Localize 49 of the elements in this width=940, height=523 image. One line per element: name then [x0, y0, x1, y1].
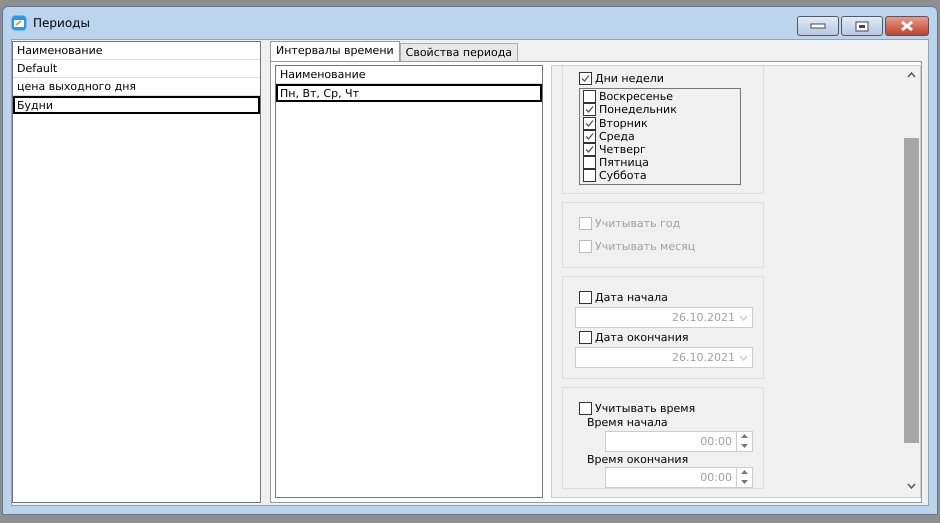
checkbox[interactable]: [583, 156, 596, 170]
maximize-icon: [855, 20, 869, 32]
checkbox-label: Учитывать месяц: [595, 240, 696, 253]
field-label: Время окончания: [587, 452, 690, 466]
scroll-up-icon[interactable]: [907, 72, 916, 78]
checkbox-label: Пятница: [599, 156, 649, 170]
scrollbar-thumb[interactable]: [904, 138, 919, 443]
column-header: Наименование: [13, 42, 260, 60]
checkbox-label: Учитывать год: [595, 216, 680, 230]
list-item[interactable]: цена выходного дня: [13, 78, 260, 96]
checkbox-label: Дата начала: [595, 290, 668, 304]
app-icon: [11, 15, 27, 31]
maximize-button[interactable]: [841, 16, 883, 36]
checkbox-label: Дни недели: [595, 72, 664, 86]
minimize-icon: [810, 23, 826, 29]
spin-down-icon[interactable]: [741, 480, 748, 484]
checkbox[interactable]: [583, 90, 596, 104]
spin-up-icon[interactable]: [741, 470, 748, 474]
minimize-button[interactable]: [797, 16, 839, 36]
checkbox-label: Учитывать время: [595, 402, 696, 416]
checkbox-label: Четверг: [599, 142, 646, 156]
list-item[interactable]: Будни: [13, 96, 260, 114]
checkbox[interactable]: [579, 402, 592, 416]
column-header: Наименование: [276, 66, 542, 84]
checkbox[interactable]: [583, 103, 596, 116]
checkbox-label: Дата окончания: [595, 331, 688, 344]
list-item[interactable]: Default: [13, 60, 260, 78]
scroll-down-icon[interactable]: [907, 483, 916, 489]
spin-up-icon[interactable]: [741, 434, 748, 438]
window-title: Периоды: [33, 16, 90, 30]
checkbox[interactable]: [579, 72, 592, 86]
checkbox-label: Вторник: [599, 116, 648, 130]
checkbox[interactable]: [583, 169, 596, 182]
close-icon: [900, 20, 914, 32]
checkbox-label: Среда: [599, 130, 635, 143]
checkbox-label: Понедельник: [599, 103, 677, 117]
checkbox-label: Суббота: [599, 169, 647, 182]
tab[interactable]: Свойства периода: [400, 43, 518, 61]
checkbox[interactable]: [583, 143, 596, 156]
checkbox[interactable]: [579, 290, 592, 304]
tab[interactable]: Интервалы времени: [270, 41, 400, 61]
field-label: Время начала: [587, 416, 669, 430]
list-item[interactable]: Пн, Вт, Ср, Чт: [276, 84, 542, 102]
spin-down-icon[interactable]: [741, 444, 748, 448]
checkbox-label: Воскресенье: [599, 90, 673, 104]
checkbox[interactable]: [579, 331, 592, 344]
checkbox[interactable]: [583, 116, 596, 130]
close-button[interactable]: [885, 16, 929, 36]
checkbox[interactable]: [583, 130, 596, 143]
